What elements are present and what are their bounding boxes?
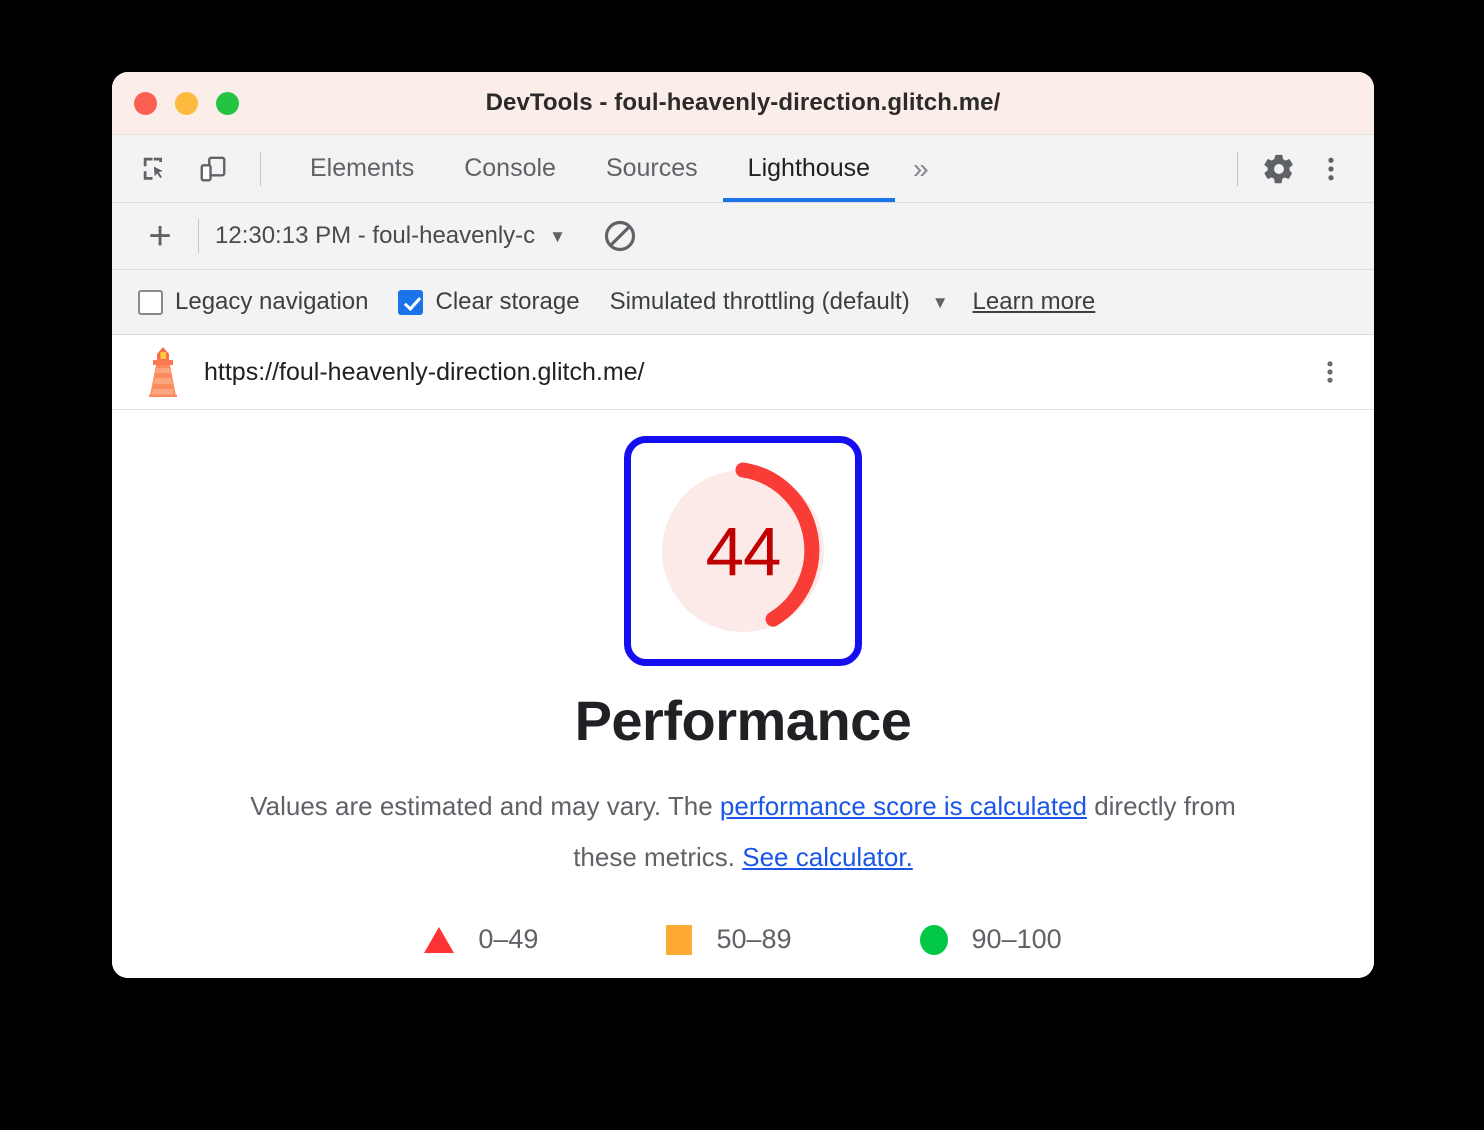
screenshot-root: DevTools - foul-heavenly-direction.glitc… (0, 0, 1484, 1130)
tab-sources-label: Sources (605, 154, 698, 182)
devtools-window: DevTools - foul-heavenly-direction.glitc… (112, 72, 1374, 978)
minimize-window-button[interactable] (175, 91, 198, 115)
close-window-button[interactable] (134, 91, 157, 115)
lighthouse-toolbar: + 12:30:13 PM - foul-heavenly-c ▼ (112, 203, 1374, 270)
clear-storage-checkbox[interactable] (398, 289, 424, 315)
report-header: https://foul-heavenly-direction.glitch.m… (112, 335, 1374, 410)
devtools-tab-bar: Elements Console Sources Lighthouse » (112, 135, 1374, 203)
new-audit-label: + (148, 214, 172, 258)
window-title: DevTools - foul-heavenly-direction.glitc… (485, 89, 1001, 116)
page-title: Performance (574, 689, 912, 752)
window-title-bar: DevTools - foul-heavenly-direction.glitc… (112, 72, 1374, 135)
new-audit-button[interactable]: + (138, 216, 182, 256)
score-report-body: 44 Performance Values are estimated and … (112, 410, 1374, 978)
legacy-navigation-label: Legacy navigation (175, 288, 369, 315)
legend-label-pass: 90–100 (971, 924, 1062, 955)
legend-label-average: 50–89 (716, 924, 792, 955)
clear-storage-option[interactable]: Clear storage (398, 288, 580, 316)
traffic-light-controls (112, 91, 239, 115)
tab-console-label: Console (464, 154, 556, 182)
score-legend: 0–49 50–89 90–100 (424, 924, 1062, 955)
score-disclaimer: Values are estimated and may vary. The p… (243, 781, 1243, 882)
legend-label-fail: 0–49 (478, 924, 539, 955)
see-calculator-link[interactable]: See calculator. (742, 842, 913, 872)
report-selector-value: 12:30:13 PM - foul-heavenly-c (215, 222, 536, 249)
throttling-value: Simulated throttling (default) (609, 288, 910, 315)
legend-item-average: 50–89 (666, 924, 792, 955)
legend-item-pass: 90–100 (919, 924, 1062, 955)
score-gauge: 44 (649, 457, 837, 645)
tab-console[interactable]: Console (439, 135, 581, 202)
report-three-dot-menu-icon[interactable] (1310, 352, 1350, 392)
score-value: 44 (705, 512, 782, 590)
circle-icon (919, 924, 948, 955)
triangle-icon (424, 926, 455, 953)
lighthouse-options-bar: Legacy navigation Clear storage Simulate… (112, 270, 1374, 335)
report-selector[interactable]: 12:30:13 PM - foul-heavenly-c ▼ (215, 222, 566, 250)
tab-sources[interactable]: Sources (581, 135, 723, 202)
tab-elements-label: Elements (310, 154, 415, 182)
legacy-navigation-option[interactable]: Legacy navigation (138, 288, 368, 316)
device-toolbar-icon[interactable] (192, 148, 234, 190)
disclaimer-text-1: Values are estimated and may vary. The (250, 791, 720, 821)
toolbar-divider-right (1237, 151, 1238, 186)
tab-bar-left-controls (112, 135, 271, 202)
more-tabs-icon[interactable]: » (895, 135, 947, 202)
lighthouse-toolbar-divider (198, 219, 199, 253)
square-icon (666, 924, 693, 955)
tab-lighthouse[interactable]: Lighthouse (722, 135, 896, 202)
gear-icon[interactable] (1258, 148, 1300, 190)
legend-item-fail: 0–49 (424, 924, 538, 955)
learn-more-link[interactable]: Learn more (973, 288, 1096, 316)
maximize-window-button[interactable] (216, 91, 239, 115)
legacy-navigation-checkbox[interactable] (138, 289, 163, 315)
tab-elements[interactable]: Elements (285, 135, 439, 202)
more-tabs-label: » (913, 152, 929, 184)
panel-tabs: Elements Console Sources Lighthouse » (285, 135, 947, 202)
chevron-down-icon: ▼ (549, 226, 566, 246)
clear-storage-label: Clear storage (435, 288, 580, 315)
score-gauge-container[interactable]: 44 (624, 436, 862, 666)
toolbar-divider (260, 151, 261, 186)
tab-bar-right-controls (1227, 135, 1374, 202)
clear-all-icon[interactable] (598, 214, 642, 258)
three-dot-menu-icon[interactable] (1310, 148, 1352, 190)
throttling-select[interactable]: Simulated throttling (default) ▼ (610, 288, 949, 316)
lighthouse-icon (140, 346, 186, 398)
report-url: https://foul-heavenly-direction.glitch.m… (204, 357, 645, 386)
performance-score-link[interactable]: performance score is calculated (720, 791, 1087, 821)
chevron-down-icon: ▼ (931, 292, 949, 312)
inspect-element-icon[interactable] (134, 148, 176, 190)
tab-lighthouse-label: Lighthouse (747, 154, 870, 182)
